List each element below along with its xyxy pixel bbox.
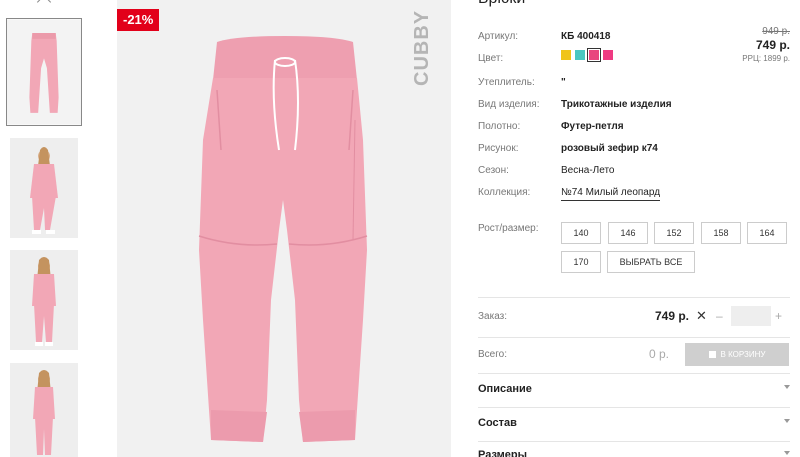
divider [478,441,790,442]
size-option-152[interactable]: 152 [654,222,694,244]
thumbnail-1[interactable] [6,18,82,126]
divider [478,337,790,338]
main-product-image[interactable] [117,0,451,457]
thumbnail-4[interactable] [10,363,78,457]
pants-thumbnail-image [7,19,81,125]
size-option-158[interactable]: 158 [701,222,741,244]
size-option-140[interactable]: 140 [561,222,601,244]
total-value: 0 р. [649,347,670,361]
add-to-cart-button[interactable]: В КОРЗИНУ [685,343,789,366]
thumbnail-gallery [0,0,90,457]
divider [478,407,790,408]
model-photo-image [10,250,78,350]
cart-icon [708,351,716,358]
color-swatch-magenta[interactable] [603,50,613,60]
size-option-146[interactable]: 146 [608,222,648,244]
brand-text: CUBBY [411,9,433,86]
thumbnail-3[interactable] [10,250,78,350]
size-label: Рост/размер: [478,223,539,234]
size-option-164[interactable]: 164 [747,222,787,244]
size-option-170[interactable]: 170 [561,251,601,273]
accordion-title: Размеры [478,449,528,457]
recommended-price: РРЦ: 1899 р. [742,54,790,63]
chevron-up-icon[interactable] [35,0,53,10]
old-price: 949 р. [762,26,790,37]
model-photo-image [10,363,78,457]
quantity-increase-button[interactable]: + [775,309,782,323]
insulation-label: Утеплитель: [478,77,535,88]
total-label: Всего: [478,349,507,360]
accordion-sizes[interactable]: Размеры [478,446,790,457]
color-swatch-turquoise[interactable] [575,50,585,60]
collection-link[interactable]: №74 Милый леопард [561,187,661,201]
model-photo-image [10,138,78,238]
pattern-value: розовый зефир к74 [561,143,658,154]
close-icon[interactable]: ✕ [696,308,707,324]
pants-image [117,0,451,457]
season-value: Весна-Лето [561,165,615,176]
brand-logo: CUBBY [407,8,437,88]
order-label: Заказ: [478,311,508,322]
current-price: 749 р. [755,38,790,52]
color-label: Цвет: [478,53,504,64]
accordion-description[interactable]: Описание [478,380,790,400]
order-price: 749 р. [655,309,690,323]
kind-value: Трикотажные изделия [561,99,672,110]
divider [478,297,790,298]
chevron-down-icon [784,385,790,389]
fabric-label: Полотно: [478,121,521,132]
accordion-title: Состав [478,417,517,429]
thumbnail-2[interactable] [10,138,78,238]
article-label: Артикул: [478,31,519,42]
quantity-input[interactable] [731,306,771,326]
add-to-cart-label: В КОРЗИНУ [720,350,766,359]
product-title: Брюки [478,0,525,8]
chevron-down-icon [784,419,790,423]
color-swatch-pink[interactable] [587,48,601,62]
quantity-decrease-button[interactable]: – [716,309,723,323]
fabric-value: Футер-петля [561,121,624,132]
collection-label: Коллекция: [478,187,531,198]
pattern-label: Рисунок: [478,143,519,154]
discount-badge: -21% [117,9,160,31]
article-value: КБ 400418 [561,31,611,42]
select-all-sizes-button[interactable]: ВЫБРАТЬ ВСЕ [607,251,695,273]
color-swatches [561,48,613,62]
insulation-value: " [561,77,566,88]
season-label: Сезон: [478,165,509,176]
accordion-title: Описание [478,383,532,395]
accordion-composition[interactable]: Состав [478,414,790,434]
color-swatch-yellow[interactable] [561,50,571,60]
kind-label: Вид изделия: [478,99,540,110]
divider [478,373,790,374]
chevron-down-icon [784,451,790,455]
